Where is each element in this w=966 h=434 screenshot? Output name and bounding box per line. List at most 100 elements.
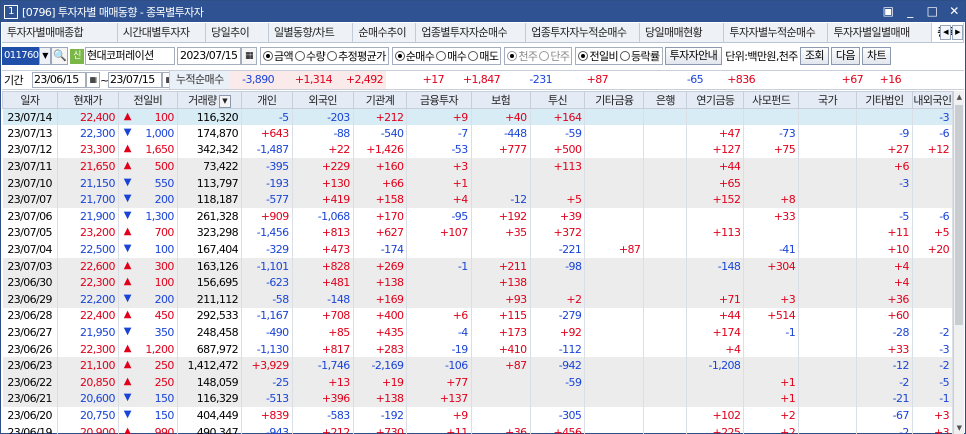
table-cell	[643, 125, 688, 142]
chart-button[interactable]: 차트	[861, 47, 891, 65]
search-icon[interactable]: 🔍	[51, 47, 68, 65]
table-row[interactable]: 23/06/27 21,950 ▼ 350 248,458 -490 +85 +435 -4 +1…	[2, 324, 954, 341]
calendar-icon[interactable]: ▦	[86, 72, 100, 88]
column-header[interactable]: 투신	[529, 91, 586, 109]
maximize-icon[interactable]: □	[925, 4, 939, 18]
tab-item[interactable]: 시간대별투자자	[117, 23, 207, 42]
scroll-up-icon[interactable]: ▲	[954, 91, 964, 103]
column-header[interactable]: 전일비	[117, 91, 178, 109]
column-header[interactable]: 사모펀드	[743, 91, 800, 109]
table-row[interactable]: 23/06/20 20,750 ▼ 150 404,449 +839 -583 -192 +9 -…	[2, 407, 954, 424]
table-cell: +137	[406, 390, 472, 408]
calendar-icon[interactable]: ▦	[241, 47, 257, 65]
table-cell: 323,298	[177, 224, 243, 242]
table-row[interactable]: 23/06/22 20,850 ▲ 250 148,059 -25 +13 +19 +77 -59…	[2, 374, 954, 391]
table-row[interactable]: 23/06/29 22,200 ▼ 200 211,112 -58 -148 +169 +93 +…	[2, 291, 954, 308]
tab-item[interactable]: 투자자별일별매매	[828, 23, 933, 42]
column-header[interactable]: 거래량 ▼	[176, 91, 243, 109]
stock-code-input[interactable]: 011760	[2, 47, 39, 65]
layout-icon[interactable]: ▣	[881, 4, 895, 18]
table-cell: +127	[686, 141, 745, 159]
tab-next-icon[interactable]: ▶	[952, 25, 963, 40]
main-window: 1 [0796] 투자자별 매매동향 - 종목별투자자 ▣ _ □ ✕ 투자자별…	[0, 0, 966, 434]
change-value: 1,200	[145, 342, 174, 356]
table-row[interactable]: 23/06/26 22,300 ▲ 1,200 687,972 -1,130 +817 +28…	[2, 340, 954, 358]
table-row[interactable]: 23/06/28 22,400 ▲ 450 292,533 -1,167 +708 +400 +…	[2, 307, 954, 325]
query-button[interactable]: 조회	[799, 47, 829, 65]
table-row[interactable]: 23/06/19 20,900 ▲ 990 490,347 -943 +212 +730 +11…	[2, 423, 954, 434]
radio-buy[interactable]	[436, 51, 447, 61]
table-row[interactable]: 23/07/04 22,500 ▼ 100 167,404 -329 +473 -174 -22…	[2, 241, 954, 258]
column-header[interactable]: 기타법인	[856, 91, 913, 109]
tab-item[interactable]: 일별동향/차트	[269, 23, 354, 42]
column-header[interactable]: 국가	[798, 91, 858, 109]
sort-dropdown-icon[interactable]: ▼	[218, 94, 231, 108]
table-cell: ▼ 150	[118, 390, 178, 408]
radio-sell[interactable]	[468, 51, 479, 61]
radio-rate[interactable]	[620, 51, 631, 61]
radio-amount[interactable]	[263, 51, 273, 61]
table-row[interactable]: 23/06/21 20,600 ▼ 150 116,329 -513 +396 +138 +13…	[2, 390, 954, 408]
table-cell: +158	[353, 191, 408, 209]
table-cell: +212	[292, 423, 354, 434]
table-row[interactable]: 23/07/13 22,300 ▼ 1,000 174,870 +643 -88 -540 -7…	[2, 125, 954, 142]
table-cell: -192	[353, 407, 408, 424]
tab-item[interactable]: 업종투자자누적순매수	[526, 23, 640, 42]
table-row[interactable]: 23/07/07 21,700 ▼ 200 118,187 -577 +419 +158 +4-…	[2, 191, 954, 209]
radio-net[interactable]	[394, 51, 405, 61]
table-cell	[743, 174, 800, 192]
table-row[interactable]: 23/07/12 23,300 ▲ 1,650 342,342 -1,487 +22 +1,4…	[2, 141, 954, 159]
table-row[interactable]: 23/07/05 23,200 ▲ 700 323,298 -1,456 +813 +627 +…	[2, 224, 954, 242]
close-icon[interactable]: ✕	[947, 4, 961, 18]
table-row[interactable]: 23/07/10 21,150 ▼ 550 113,797 -193 +130 +66 +1 +6…	[2, 174, 954, 192]
arrow-up-icon: ▲	[123, 143, 132, 155]
tab-prev-icon[interactable]: ◀	[940, 25, 951, 40]
grid-header: 일자 현재가 전일비 거래량 ▼ 개인 외국인 기관계 금융투자 보험 투신 기타금융 은행 연기금등 사모…	[2, 91, 954, 109]
tab-item[interactable]: 순매수추이	[353, 23, 417, 42]
column-header[interactable]: 개인	[241, 91, 293, 109]
tab-item[interactable]: 업종별투자자순매수	[416, 23, 527, 42]
table-cell: 23/06/29	[2, 291, 58, 308]
table-row[interactable]: 23/07/11 21,650 ▲ 500 73,422 -395 +229 +160 +3 +1…	[2, 158, 954, 175]
tab-item[interactable]: 당일매매현황	[640, 23, 725, 42]
column-header[interactable]: 일자	[2, 91, 58, 109]
minimize-icon[interactable]: _	[903, 4, 917, 18]
radio-prev[interactable]	[578, 51, 589, 61]
period-from-input[interactable]: 23/06/15	[32, 72, 86, 88]
vertical-scrollbar[interactable]: ▲ ▼	[953, 91, 964, 434]
scroll-thumb[interactable]	[955, 105, 963, 325]
column-header[interactable]: 기타금융	[584, 91, 645, 109]
table-row[interactable]: 23/07/06 21,900 ▼ 1,300 261,328 +909 -1,068 +17…	[2, 208, 954, 225]
table-row[interactable]: 23/06/30 22,300 ▲ 100 156,695 -623 +481 +138 +13…	[2, 274, 954, 292]
radio-single[interactable]	[539, 51, 550, 61]
tab-item[interactable]: 당일추이	[206, 23, 269, 42]
table-cell	[643, 423, 688, 434]
radio-thousand[interactable]	[507, 51, 518, 61]
table-row[interactable]: 23/07/03 22,600 ▲ 300 163,126 -1,101 +828 +269-…	[2, 257, 954, 275]
table-row[interactable]: 23/06/23 21,100 ▲ 250 1,412,472 +3,929 -1,746-…	[2, 357, 954, 374]
radio-qty[interactable]	[295, 51, 306, 61]
column-header[interactable]: 보험	[470, 91, 531, 109]
table-cell: +4	[686, 340, 745, 358]
table-cell: 404,449	[177, 407, 243, 424]
column-header[interactable]: 금융투자	[406, 91, 472, 109]
table-cell	[798, 274, 858, 292]
table-row[interactable]: 23/07/14 22,400 ▲ 100 116,320 -5 -203 +212 +9 +40…	[2, 108, 954, 126]
column-header[interactable]: 연기금등	[686, 91, 745, 109]
column-header[interactable]: 기관계	[352, 91, 408, 109]
tab-item[interactable]: 투자자별매매종합	[2, 23, 118, 42]
investor-guide-button[interactable]: 투자자안내	[664, 47, 723, 65]
scroll-down-icon[interactable]: ▼	[954, 422, 964, 434]
column-header[interactable]: 현재가	[56, 91, 119, 109]
column-header[interactable]: 내외국인	[911, 91, 954, 109]
date-input[interactable]: 2023/07/15	[177, 47, 241, 65]
column-header[interactable]: 은행	[643, 91, 688, 109]
period-to-input[interactable]: 23/07/15	[108, 72, 162, 88]
tab-item[interactable]: 투자자별누적순매수	[724, 23, 829, 42]
table-cell	[643, 158, 688, 175]
column-header[interactable]: 외국인	[291, 91, 354, 109]
next-button[interactable]: 다음	[830, 47, 860, 65]
radio-avg[interactable]	[327, 51, 338, 61]
cumulative-sum-cell: +67	[841, 73, 864, 86]
chevron-down-icon[interactable]: ▼	[39, 47, 51, 65]
